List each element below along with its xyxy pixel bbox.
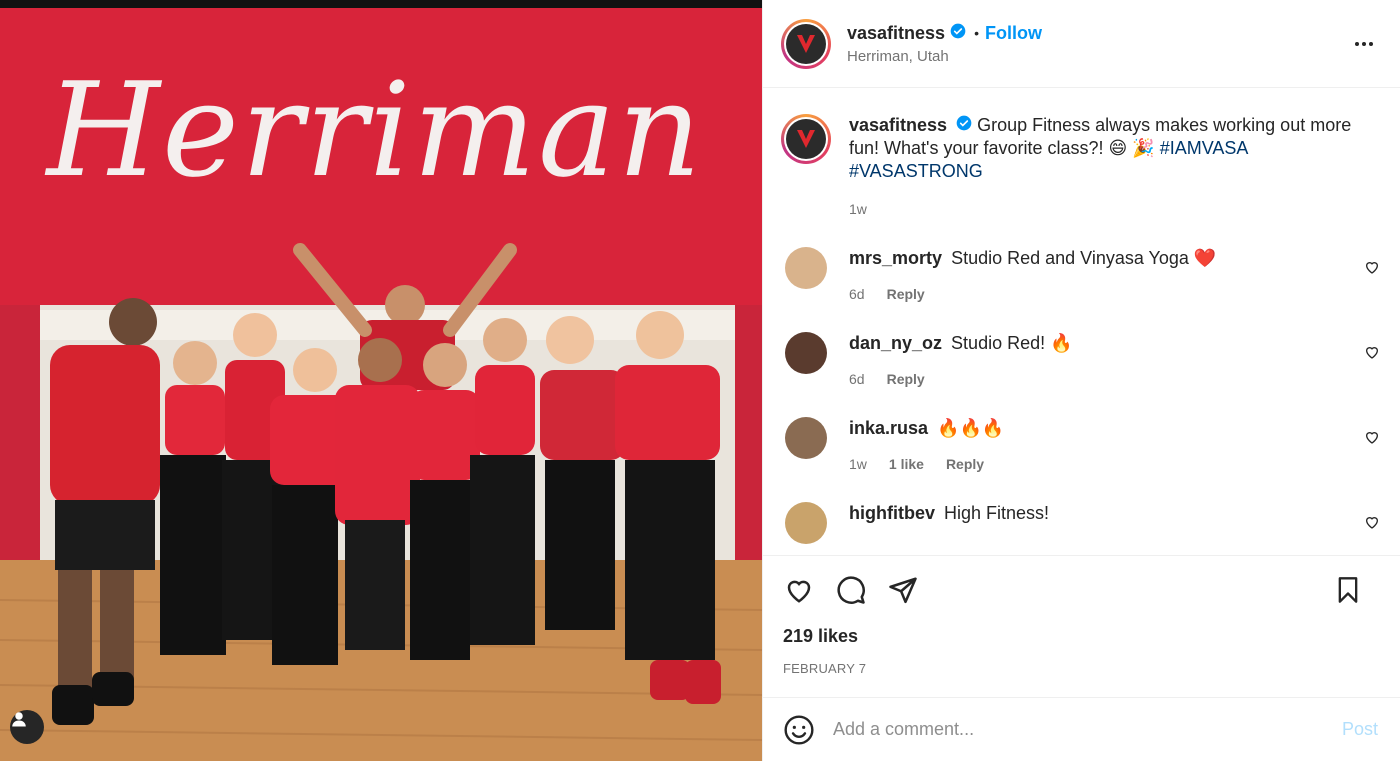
more-options-icon[interactable]	[1352, 32, 1376, 56]
tagged-users-button[interactable]	[10, 710, 44, 744]
comment-username[interactable]: dan_ny_oz	[849, 333, 942, 353]
separator-dot: •	[974, 25, 979, 41]
comment-item: mrs_morty Studio Red and Vinyasa Yoga ❤️…	[781, 247, 1382, 302]
comment-item: highfitbev High Fitness!	[781, 502, 1382, 544]
reply-button[interactable]: Reply	[887, 286, 925, 302]
author-avatar[interactable]	[781, 18, 831, 69]
commenter-avatar[interactable]	[785, 332, 827, 374]
post-actions: 219 likes FEBRUARY 7	[763, 555, 1400, 697]
like-comment-heart-icon[interactable]	[1364, 514, 1380, 530]
commenter-avatar[interactable]	[785, 417, 827, 459]
comment-text: Studio Red! 🔥	[951, 333, 1073, 353]
share-paper-plane-icon[interactable]	[887, 574, 919, 606]
add-comment-input[interactable]	[833, 719, 1342, 740]
post-date[interactable]: FEBRUARY 7	[783, 661, 1382, 676]
comment-time[interactable]: 6d	[849, 371, 865, 387]
author-username[interactable]: vasafitness	[847, 23, 945, 44]
comment-time[interactable]: 6d	[849, 286, 865, 302]
caption-avatar[interactable]	[781, 114, 831, 164]
like-heart-icon[interactable]	[783, 574, 815, 606]
post-comment-button[interactable]: Post	[1342, 719, 1378, 740]
vasa-logo-icon	[786, 119, 826, 159]
add-comment-bar: Post	[763, 697, 1400, 761]
comment-likes-count[interactable]: 1 like	[889, 456, 924, 472]
comment-text: Studio Red and Vinyasa Yoga ❤️	[951, 248, 1217, 268]
herriman-sign: Herriman	[45, 54, 704, 206]
comment-username[interactable]: mrs_morty	[849, 248, 942, 268]
emoji-smiley-icon[interactable]	[783, 714, 815, 746]
hashtag-iamvasa[interactable]: #IAMVASA	[1160, 138, 1248, 158]
caption-time[interactable]: 1w	[849, 201, 867, 217]
verified-badge-icon	[950, 23, 966, 44]
vasa-logo-icon	[786, 23, 826, 64]
like-comment-heart-icon[interactable]	[1364, 429, 1380, 445]
comment-text: High Fitness!	[944, 503, 1050, 523]
post-caption: vasafitness Group Fitness always makes w…	[781, 88, 1382, 217]
comment-time[interactable]: 1w	[849, 456, 867, 472]
reply-button[interactable]: Reply	[946, 456, 984, 472]
likes-count[interactable]: 219 likes	[783, 626, 1382, 647]
hashtag-vasastrong[interactable]: #VASASTRONG	[849, 161, 983, 181]
comment-item: dan_ny_oz Studio Red! 🔥 6d Reply	[781, 332, 1382, 387]
follow-button[interactable]: Follow	[985, 23, 1042, 44]
comment-username[interactable]: inka.rusa	[849, 418, 928, 438]
save-bookmark-icon[interactable]	[1332, 574, 1364, 606]
comments-list[interactable]: vasafitness Group Fitness always makes w…	[763, 88, 1400, 555]
post-sidebar: vasafitness • Follow Herriman, Utah vasa…	[762, 0, 1400, 761]
commenter-avatar[interactable]	[785, 502, 827, 544]
like-comment-heart-icon[interactable]	[1364, 259, 1380, 275]
like-comment-heart-icon[interactable]	[1364, 344, 1380, 360]
user-icon	[12, 712, 26, 727]
comment-item: inka.rusa 🔥🔥🔥 1w 1 like Reply	[781, 417, 1382, 472]
photo-illustration: Herriman	[0, 0, 762, 761]
reply-button[interactable]: Reply	[887, 371, 925, 387]
verified-badge-icon	[956, 114, 972, 137]
location-link[interactable]: Herriman, Utah	[847, 48, 1042, 65]
comment-text: 🔥🔥🔥	[937, 418, 1005, 438]
caption-username[interactable]: vasafitness	[849, 115, 947, 135]
commenter-avatar[interactable]	[785, 247, 827, 289]
comment-username[interactable]: highfitbev	[849, 503, 935, 523]
post-photo[interactable]: Herriman	[0, 0, 762, 761]
comment-bubble-icon[interactable]	[835, 574, 867, 606]
post-header: vasafitness • Follow Herriman, Utah	[763, 0, 1400, 88]
